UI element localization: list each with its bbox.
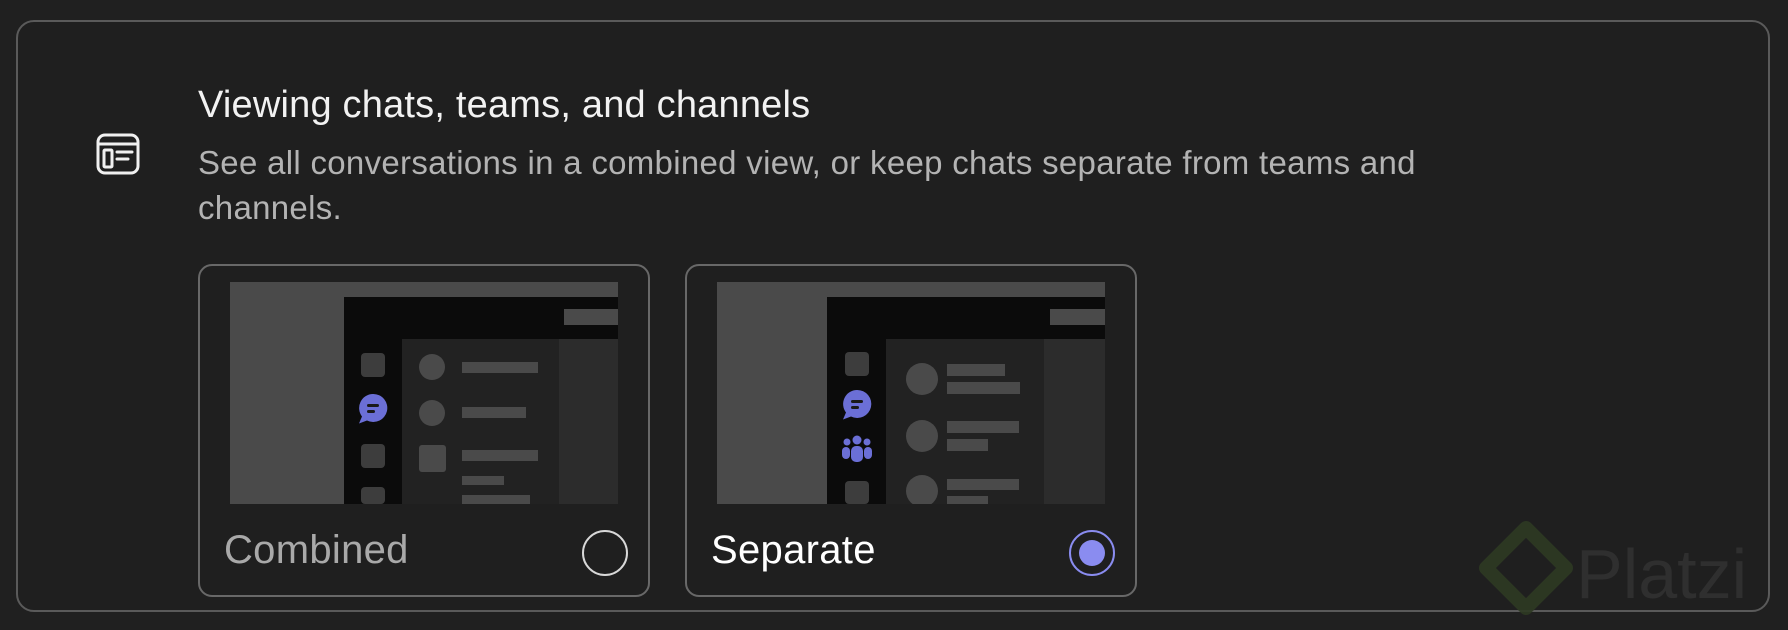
combined-radio[interactable] — [582, 530, 628, 576]
combined-label: Combined — [224, 528, 409, 572]
section-title: Viewing chats, teams, and channels — [198, 84, 811, 126]
separate-label: Separate — [711, 528, 876, 572]
section-description: See all conversations in a combined view… — [198, 144, 1416, 226]
watermark-text: Platzi — [1576, 535, 1747, 613]
separate-view-preview — [717, 282, 1105, 504]
radio-selected-dot — [1079, 540, 1105, 566]
teams-icon — [842, 435, 872, 462]
combined-view-option[interactable]: Combined — [198, 264, 650, 597]
window-layout-icon — [96, 133, 140, 175]
combined-view-preview — [230, 282, 618, 504]
separate-view-option[interactable]: Separate — [685, 264, 1137, 597]
separate-radio[interactable] — [1069, 530, 1115, 576]
platzi-watermark: Platzi — [1479, 521, 1747, 615]
